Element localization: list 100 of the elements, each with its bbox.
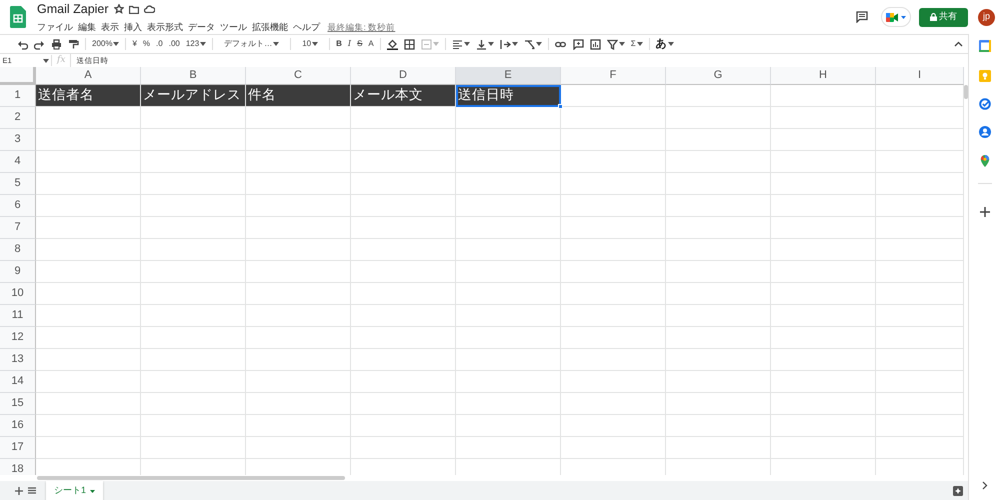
table-cell[interactable] xyxy=(36,349,141,371)
borders-icon[interactable] xyxy=(404,38,415,50)
table-cell[interactable] xyxy=(246,107,351,129)
table-cell[interactable] xyxy=(561,129,666,151)
table-cell[interactable] xyxy=(666,415,771,437)
table-cell[interactable] xyxy=(246,283,351,305)
table-cell[interactable] xyxy=(351,129,456,151)
caret-icon[interactable] xyxy=(312,42,318,46)
table-cell[interactable] xyxy=(246,349,351,371)
table-cell[interactable] xyxy=(561,217,666,239)
table-cell[interactable] xyxy=(141,129,246,151)
caret-icon[interactable] xyxy=(42,58,48,62)
table-cell[interactable] xyxy=(141,349,246,371)
table-cell[interactable] xyxy=(771,415,876,437)
fill-handle[interactable] xyxy=(558,104,563,109)
table-cell[interactable] xyxy=(141,261,246,283)
increase-decimals[interactable]: .00 xyxy=(168,38,180,50)
table-cell[interactable] xyxy=(456,393,561,415)
table-cell[interactable] xyxy=(561,393,666,415)
table-cell[interactable] xyxy=(666,173,771,195)
table-cell[interactable] xyxy=(876,437,964,459)
caret-icon[interactable] xyxy=(618,42,625,46)
table-cell[interactable] xyxy=(771,195,876,217)
table-cell[interactable]: 送信日時 xyxy=(456,85,561,107)
table-cell[interactable] xyxy=(141,327,246,349)
table-cell[interactable] xyxy=(771,371,876,393)
font-size-select[interactable]: 10 xyxy=(302,38,312,50)
menu-item[interactable]: ファイル xyxy=(37,20,73,34)
italic-button[interactable]: I xyxy=(348,38,352,50)
menu-item[interactable]: 挿入 xyxy=(124,20,142,34)
table-cell[interactable] xyxy=(561,107,666,129)
table-cell[interactable] xyxy=(771,393,876,415)
table-cell[interactable] xyxy=(666,393,771,415)
table-cell[interactable] xyxy=(561,239,666,261)
table-cell[interactable]: 件名 xyxy=(246,85,351,107)
row-header[interactable]: 17 xyxy=(0,437,36,459)
redo-icon[interactable] xyxy=(34,38,45,50)
table-cell[interactable] xyxy=(666,151,771,173)
table-cell[interactable] xyxy=(666,371,771,393)
table-cell[interactable] xyxy=(246,305,351,327)
table-cell[interactable] xyxy=(351,283,456,305)
table-cell[interactable] xyxy=(351,393,456,415)
table-cell[interactable] xyxy=(456,437,561,459)
print-icon[interactable] xyxy=(51,38,62,50)
table-cell[interactable] xyxy=(36,217,141,239)
menu-item[interactable]: 拡張機能 xyxy=(252,20,288,34)
menu-item[interactable]: 表示 xyxy=(101,20,119,34)
table-cell[interactable] xyxy=(456,151,561,173)
caret-icon[interactable] xyxy=(488,42,494,46)
table-cell[interactable] xyxy=(771,305,876,327)
table-cell[interactable] xyxy=(666,195,771,217)
table-cell[interactable] xyxy=(771,261,876,283)
table-cell[interactable] xyxy=(771,437,876,459)
row-header[interactable]: 14 xyxy=(0,371,36,393)
row-header[interactable]: 13 xyxy=(0,349,36,371)
table-cell[interactable] xyxy=(666,239,771,261)
caret-icon[interactable] xyxy=(273,42,280,46)
table-cell[interactable] xyxy=(141,415,246,437)
explore-icon[interactable] xyxy=(953,486,963,496)
table-cell[interactable] xyxy=(456,371,561,393)
column-header[interactable]: G xyxy=(666,67,771,85)
table-cell[interactable] xyxy=(246,371,351,393)
table-cell[interactable] xyxy=(876,393,964,415)
row-header[interactable]: 7 xyxy=(0,217,36,239)
table-cell[interactable] xyxy=(561,195,666,217)
table-cell[interactable] xyxy=(246,393,351,415)
table-cell[interactable] xyxy=(351,195,456,217)
row-header[interactable]: 4 xyxy=(0,151,36,173)
align-left-icon[interactable] xyxy=(452,38,463,50)
table-cell[interactable] xyxy=(141,283,246,305)
table-cell[interactable] xyxy=(246,437,351,459)
table-cell[interactable] xyxy=(561,173,666,195)
chevron-right-icon[interactable] xyxy=(982,481,988,490)
column-header[interactable]: F xyxy=(561,67,666,85)
table-cell[interactable] xyxy=(876,195,964,217)
table-cell[interactable] xyxy=(456,173,561,195)
table-cell[interactable]: 送信者名 xyxy=(36,85,141,107)
table-cell[interactable] xyxy=(141,239,246,261)
table-cell[interactable] xyxy=(561,437,666,459)
table-cell[interactable] xyxy=(771,173,876,195)
input-tools-button[interactable]: あ xyxy=(656,36,667,52)
table-cell[interactable] xyxy=(141,151,246,173)
table-cell[interactable] xyxy=(141,107,246,129)
table-cell[interactable] xyxy=(561,415,666,437)
caret-icon[interactable] xyxy=(636,42,643,46)
caret-icon[interactable] xyxy=(668,42,674,46)
table-cell[interactable] xyxy=(141,305,246,327)
avatar[interactable]: jp xyxy=(978,8,995,26)
table-cell[interactable] xyxy=(141,217,246,239)
table-cell[interactable]: メール本文 xyxy=(351,85,456,107)
column-header[interactable]: A xyxy=(36,67,141,85)
table-cell[interactable] xyxy=(561,371,666,393)
table-cell[interactable] xyxy=(666,305,771,327)
table-cell[interactable] xyxy=(36,129,141,151)
row-header[interactable]: 9 xyxy=(0,261,36,283)
table-cell[interactable] xyxy=(246,173,351,195)
check-circle-icon[interactable] xyxy=(978,98,990,110)
table-cell[interactable] xyxy=(36,393,141,415)
paint-roller-icon[interactable] xyxy=(68,38,79,50)
percent-format[interactable]: % xyxy=(142,38,150,50)
